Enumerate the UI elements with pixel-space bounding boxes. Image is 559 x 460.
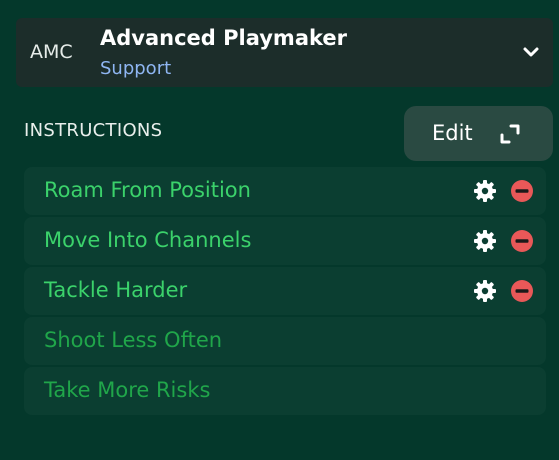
instruction-row[interactable]: Roam From Position [24, 167, 546, 215]
edit-instructions-button[interactable]: Edit [404, 106, 553, 161]
gear-icon[interactable] [473, 279, 497, 303]
instruction-row[interactable]: Shoot Less Often [24, 317, 546, 365]
gear-icon[interactable] [473, 179, 497, 203]
instruction-row[interactable]: Tackle Harder [24, 267, 546, 315]
edit-label: Edit [432, 121, 473, 145]
role-selector[interactable]: AMC Advanced Playmaker Support [16, 18, 553, 87]
remove-icon[interactable] [510, 279, 534, 303]
instruction-label: Tackle Harder [44, 278, 188, 302]
position-code: AMC [30, 41, 73, 63]
instruction-row[interactable]: Move Into Channels [24, 217, 546, 265]
chevron-down-icon[interactable] [521, 42, 541, 62]
instruction-list: Roam From Position Move Into Channels Ta… [24, 167, 546, 417]
remove-icon[interactable] [510, 179, 534, 203]
expand-icon [500, 124, 520, 144]
instruction-row[interactable]: Take More Risks [24, 367, 546, 415]
instruction-label: Move Into Channels [44, 228, 252, 252]
role-name: Advanced Playmaker [100, 26, 347, 50]
role-duty: Support [100, 58, 172, 79]
remove-icon[interactable] [510, 229, 534, 253]
gear-icon[interactable] [473, 229, 497, 253]
instructions-heading: INSTRUCTIONS [24, 120, 163, 141]
instruction-label: Shoot Less Often [44, 328, 223, 352]
instruction-label: Roam From Position [44, 178, 251, 202]
instruction-label: Take More Risks [44, 378, 211, 402]
